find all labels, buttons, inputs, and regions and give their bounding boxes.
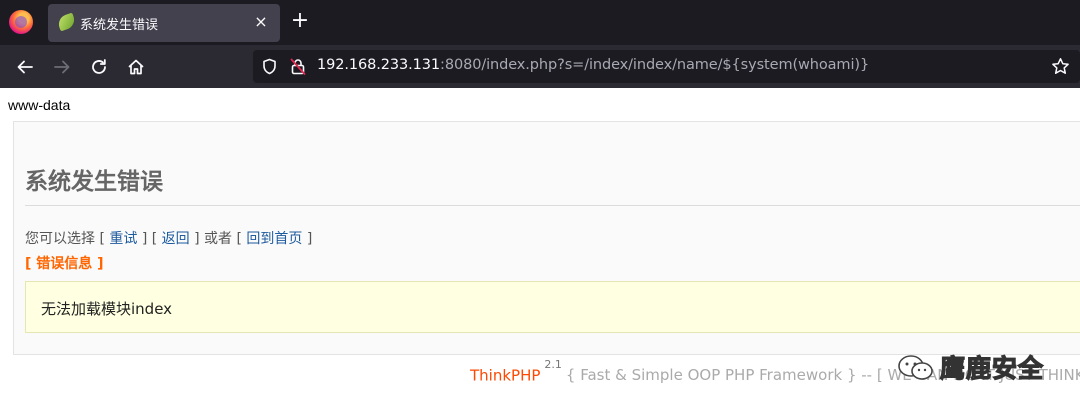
lock-slash-icon[interactable]	[289, 57, 307, 76]
title-divider	[25, 205, 1080, 206]
watermark-text: 鹰鹿安全	[939, 353, 1045, 383]
actions-suffix: ]	[302, 231, 313, 247]
url-host: 192.168.233.131	[317, 57, 441, 73]
back-link[interactable]: 返回	[162, 231, 190, 247]
home-icon	[128, 59, 144, 75]
actions-prefix: 您可以选择 [	[25, 231, 110, 247]
error-message-box: 无法加载模块index	[25, 281, 1080, 333]
back-button[interactable]	[11, 53, 39, 81]
error-title: 系统发生错误	[25, 169, 163, 195]
home-button[interactable]	[122, 53, 150, 81]
footer-brand: ThinkPHP	[470, 366, 541, 385]
leaf-icon	[56, 12, 77, 32]
arrow-right-icon	[54, 60, 70, 74]
watermark: 鹰鹿安全	[868, 343, 1080, 399]
arrow-left-icon	[17, 60, 33, 74]
error-panel: 系统发生错误 您可以选择 [ 重试 ] [ 返回 ] 或者 [ 回到首页 ] […	[13, 121, 1080, 355]
tab-strip: 系统发生错误 × +	[0, 0, 1080, 45]
error-actions: 您可以选择 [ 重试 ] [ 返回 ] 或者 [ 回到首页 ]	[25, 228, 312, 248]
shield-icon[interactable]	[261, 58, 278, 75]
tab-active[interactable]: 系统发生错误 ×	[48, 4, 280, 42]
retry-link[interactable]: 重试	[109, 231, 137, 247]
error-info-heading: [ 错误信息 ]	[25, 256, 104, 272]
forward-button[interactable]	[48, 53, 76, 81]
actions-sep-1: ] [	[137, 231, 162, 247]
actions-sep-2: ] 或者 [	[189, 231, 247, 247]
url-path: :8080/index.php?s=/index/index/name/${sy…	[440, 57, 870, 73]
new-tab-button[interactable]: +	[288, 9, 312, 33]
error-message: 无法加载模块index	[41, 300, 173, 318]
address-bar[interactable]: 192.168.233.131:8080/index.php?s=/index/…	[253, 50, 1080, 83]
navigation-bar: 192.168.233.131:8080/index.php?s=/index/…	[0, 45, 1080, 88]
tab-title: 系统发生错误	[80, 18, 159, 33]
command-output: www-data	[8, 97, 71, 113]
close-icon[interactable]: ×	[250, 11, 272, 33]
reload-button[interactable]	[85, 53, 113, 81]
firefox-icon[interactable]	[9, 10, 33, 34]
wechat-icon	[898, 355, 933, 380]
footer-version: 2.1	[544, 358, 562, 371]
star-icon[interactable]	[1051, 57, 1070, 76]
home-link[interactable]: 回到首页	[246, 231, 302, 247]
url-text[interactable]: 192.168.233.131:8080/index.php?s=/index/…	[317, 57, 869, 73]
reload-icon	[92, 59, 106, 74]
